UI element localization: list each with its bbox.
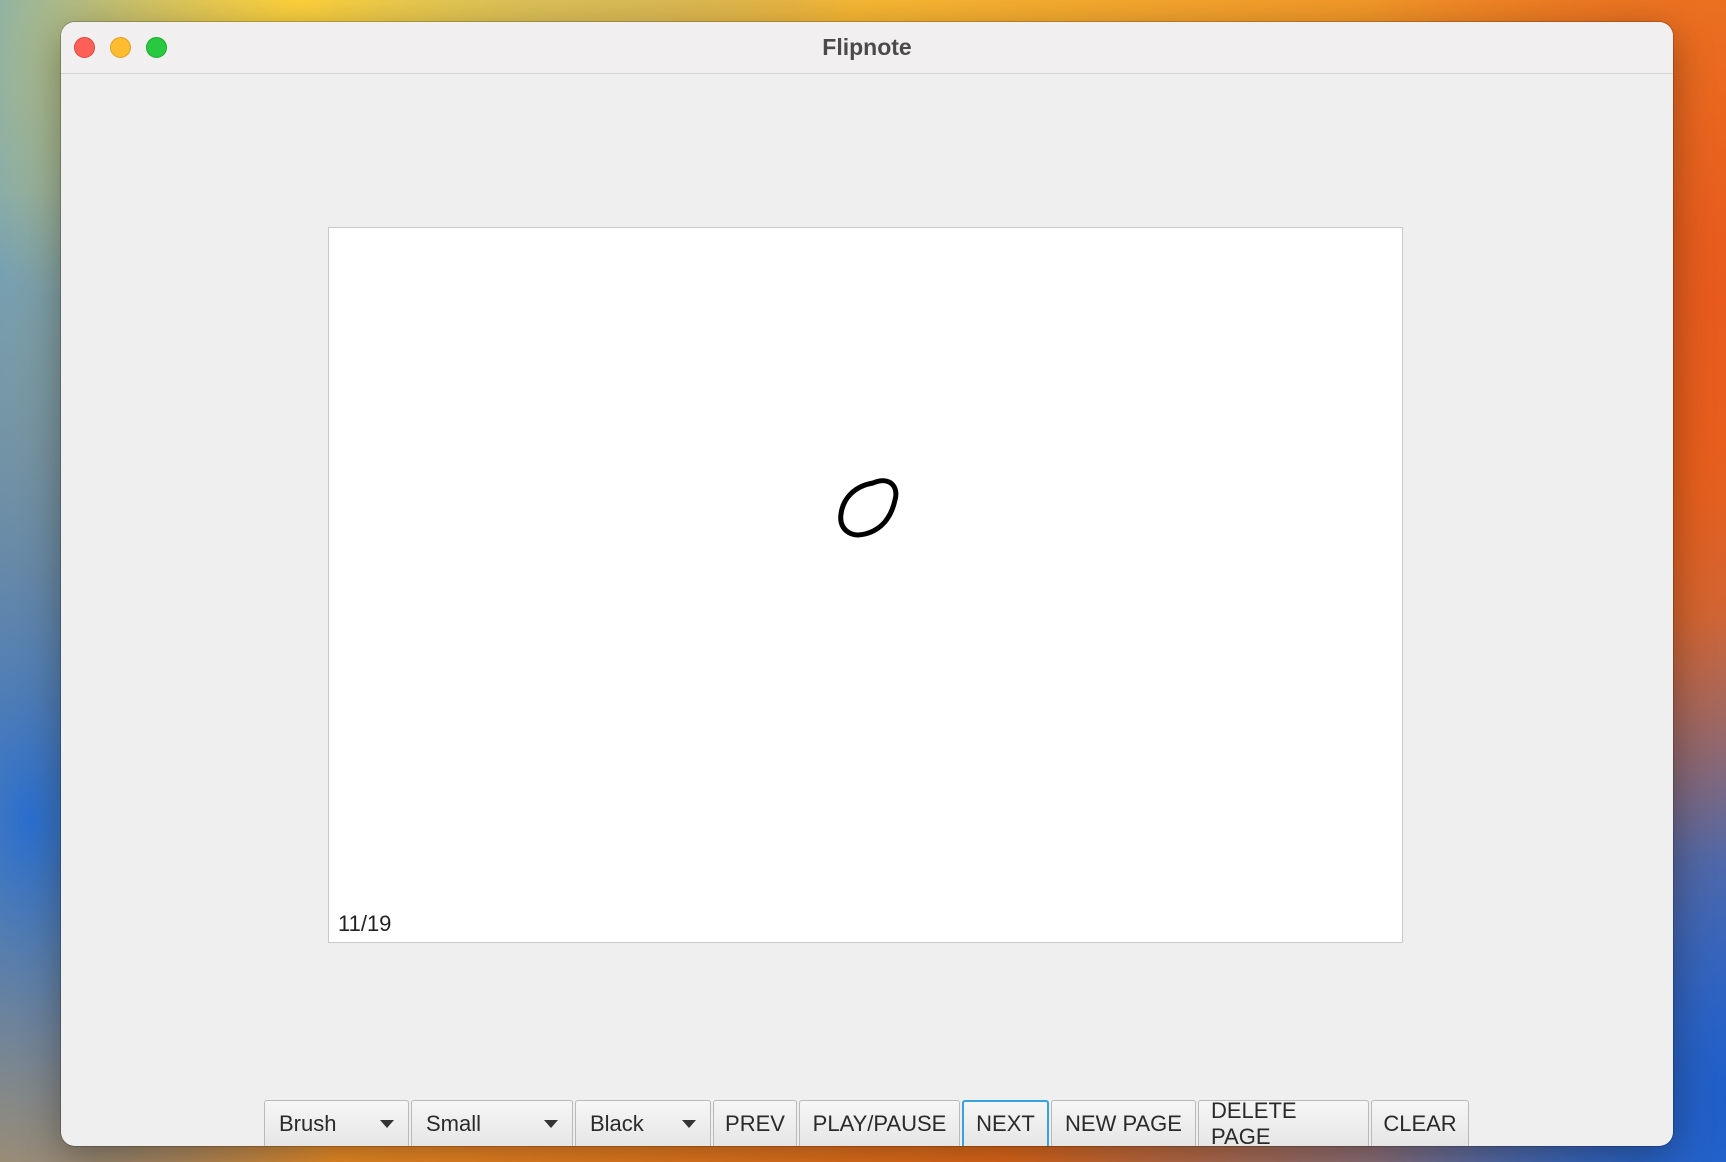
color-dropdown-value: Black	[590, 1110, 644, 1136]
title-bar: Flipnote	[61, 22, 1673, 74]
size-dropdown-value: Small	[426, 1110, 482, 1136]
bottom-toolbar: Brush Small Black PREV PLAY/PAUSE NEXT N…	[264, 1098, 1471, 1146]
page-indicator: 11/19	[338, 911, 392, 936]
new-page-button[interactable]: NEW PAGE	[1051, 1100, 1196, 1146]
window-title: Flipnote	[822, 34, 912, 60]
clear-button[interactable]: CLEAR	[1371, 1100, 1469, 1146]
size-dropdown[interactable]: Small	[411, 1100, 573, 1146]
color-dropdown[interactable]: Black	[575, 1100, 711, 1146]
delete-page-button[interactable]: DELETE PAGE	[1198, 1098, 1369, 1146]
chevron-down-icon	[380, 1120, 394, 1128]
tool-dropdown-value: Brush	[279, 1110, 337, 1136]
tool-dropdown[interactable]: Brush	[264, 1100, 409, 1146]
drawn-stroke	[838, 478, 899, 538]
prev-button[interactable]: PREV	[713, 1100, 797, 1146]
play-pause-button[interactable]: PLAY/PAUSE	[799, 1100, 960, 1146]
drawing-canvas[interactable]: 11/19	[328, 227, 1403, 943]
chevron-down-icon	[544, 1120, 558, 1128]
chevron-down-icon	[682, 1120, 696, 1128]
canvas-drawing	[838, 478, 899, 538]
next-button[interactable]: NEXT	[962, 1100, 1049, 1146]
app-window: Flipnote 11/19 Brush Small Black PREV PL…	[61, 22, 1673, 1146]
